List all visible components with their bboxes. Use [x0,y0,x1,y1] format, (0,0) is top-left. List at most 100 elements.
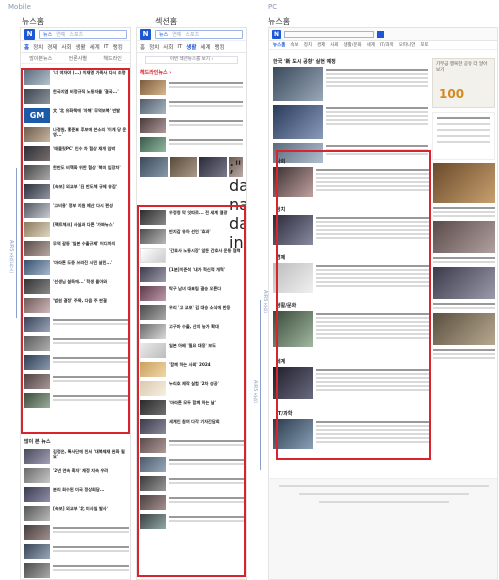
nav-item[interactable]: 경제 [317,42,325,48]
airs-label-2: AiRS 추천 [252,380,258,404]
tab-sports[interactable]: 스포츠 [69,31,83,38]
tab-ent[interactable]: 연예 [56,31,65,38]
side-widget [432,112,495,160]
nav-item[interactable]: 정치 [304,42,312,48]
side-photo[interactable] [433,313,495,345]
tab-home[interactable]: 홈 [24,43,29,51]
search-icon[interactable] [377,30,384,38]
subtab-press[interactable]: 언론사별 [69,55,87,62]
list-item[interactable] [137,135,246,154]
list-item[interactable]: 김정은, 특사단에 친서 '대북제재 완화 필요' [21,447,130,466]
nav-item[interactable]: 생활/문화 [344,42,362,48]
airs-bracket-2 [260,300,261,470]
top-headline-title: 한국 '新 도시 공항' 실현 예정 [273,59,336,65]
airs-highlight-mobile-news [21,68,130,434]
naver-logo[interactable]: N [272,29,281,39]
headline-photo[interactable] [273,105,323,139]
thumbnail [24,525,50,540]
headline-card-title: 헤드라인뉴스 › [140,70,172,76]
nav-item[interactable]: 오피니언 [399,42,416,48]
list-item[interactable] [137,116,246,135]
nav-item[interactable]: 포토 [420,42,428,48]
tab-world[interactable]: 세계 [90,43,100,51]
tab-life[interactable]: 생활 [75,43,85,51]
side-photo[interactable] [433,163,495,203]
tab-politics[interactable]: 정치 [149,43,159,51]
thumbnail [24,506,50,521]
thumbnail [140,80,166,95]
right-column [433,163,495,361]
ad-text: 기부금 행복한 공유 더 알아보기 [436,62,488,73]
list-item[interactable] [137,78,246,97]
tab-society[interactable]: 사회 [163,43,173,51]
subtab-popular[interactable]: 많이본뉴스 [29,55,52,62]
side-photo[interactable] [433,221,495,253]
list-item[interactable]: [속보] 외교부 '北 미사일 발사' [21,504,130,523]
photo-strip: ;" data-name="photo" data-interactable="… [137,154,246,252]
tab-society[interactable]: 사회 [61,43,71,51]
tab-world[interactable]: 세계 [200,43,210,51]
pc-search-input[interactable] [284,30,374,38]
photo[interactable] [140,157,168,177]
ad-banner[interactable]: 기부금 행복한 공유 더 알아보기 100 [432,58,495,108]
tab-home[interactable]: 홈 [140,43,145,51]
photo[interactable] [199,157,228,177]
top-headline-area: 한국 '新 도시 공항' 실현 예정 [273,58,428,163]
nav-item[interactable]: 세계 [367,42,375,48]
airs-bracket-1 [16,168,17,318]
pc-news-home-label: 뉴스홈 [268,17,291,26]
airs-highlight-mobile-section [137,205,246,577]
list-item[interactable] [137,97,246,116]
nav-item[interactable]: 속보 [290,42,298,48]
headline: 김정은, 특사단에 친서 '대북제재 완화 필요' [53,449,125,459]
top-bar: N 뉴스 연예 스포츠 [137,28,246,41]
tab-life[interactable]: 생활 [186,43,196,51]
news-home-label: 뉴스홈 [22,17,45,26]
headline-photo[interactable] [273,67,323,101]
pc-nav: 뉴스홈 속보 정치 경제 사회 생활/문화 세계 IT/과학 오피니언 포토 [269,41,497,50]
thumbnail [24,468,50,483]
tab-news[interactable]: 뉴스 [43,31,52,38]
photo[interactable] [169,157,198,177]
category-tabs: 홈 정치 사회 IT 생활 세계 랭킹 [137,41,246,53]
ad-number: 100 [439,87,465,101]
sub-tabs: 많이본뉴스 언론사별 헤드라인 [21,53,130,64]
nav-item[interactable]: 뉴스홈 [273,42,285,48]
category-tabs: 홈 정치 경제 사회 생활 세계 IT 랭킹 [21,41,130,53]
search-bar[interactable]: 뉴스 연예 스포츠 [39,29,127,39]
subtab-headline[interactable]: 헤드라인 [103,55,121,62]
tab-sports[interactable]: 스포츠 [185,31,199,38]
list-item[interactable] [21,542,130,561]
list-item[interactable]: 분리 회수된 미국 정상회담... [21,485,130,504]
list-item[interactable]: '2년 연속 흑자' 재정 지속 우려 [21,466,130,485]
side-photo[interactable] [433,267,495,299]
tab-it[interactable]: IT [177,44,182,50]
section-notice[interactable]: 이번 섹션뉴스를 보기 › [145,56,238,64]
tab-economy[interactable]: 경제 [47,43,57,51]
mobile-label: Mobile [8,3,31,11]
nav-item[interactable]: 사회 [330,42,338,48]
tab-it[interactable]: IT [104,44,109,50]
tab-rank[interactable]: 랭킹 [215,43,225,51]
thumbnail [140,118,166,133]
airs-label-1: AiRS 추천뉴스 [8,240,14,274]
headline: [속보] 외교부 '北 미사일 발사' [53,506,108,511]
tab-news[interactable]: 뉴스 [159,31,168,38]
thumbnail [24,563,50,578]
search-bar[interactable]: 뉴스 연예 스포츠 [155,29,243,39]
list-item[interactable] [21,561,130,579]
naver-logo[interactable]: N [140,28,151,40]
tab-ent[interactable]: 연예 [172,31,181,38]
section-home-label: 섹션홈 [155,17,178,26]
popular-title: 많이 본 뉴스 [24,439,51,445]
thumbnail [24,449,50,464]
pc-footer [269,478,497,579]
headline: 분리 회수된 미국 정상회담... [53,487,105,492]
naver-logo[interactable]: N [24,28,35,40]
list-item[interactable] [21,523,130,542]
nav-item[interactable]: IT/과학 [380,42,394,48]
tab-politics[interactable]: 정치 [33,43,43,51]
top-bar: N 뉴스 연예 스포츠 [21,28,130,41]
tab-rank[interactable]: 랭킹 [113,43,123,51]
thumbnail [140,137,166,152]
